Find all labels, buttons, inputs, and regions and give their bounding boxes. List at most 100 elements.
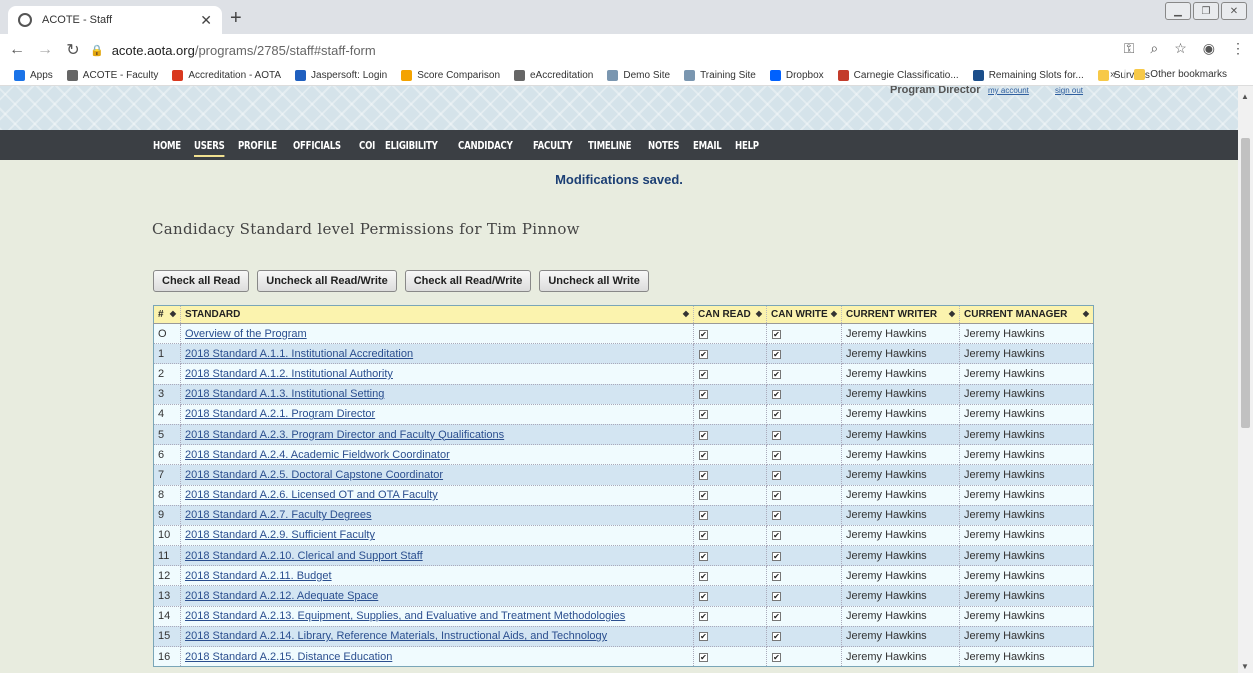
can-write-checkbox[interactable]: ✔ [772, 410, 781, 420]
can-read-checkbox[interactable]: ✔ [699, 571, 708, 581]
can-write-checkbox[interactable]: ✔ [772, 369, 781, 379]
nav-item-eligibility[interactable]: ELIGIBILITY [385, 139, 438, 152]
can-read-checkbox[interactable]: ✔ [699, 511, 708, 521]
can-read-checkbox[interactable]: ✔ [699, 491, 708, 501]
col-num-header[interactable]: # ◆ [153, 305, 181, 324]
check-all-read-write-button[interactable]: Check all Read/Write [404, 270, 532, 292]
can-read-checkbox[interactable]: ✔ [699, 632, 708, 642]
standard-link[interactable]: Overview of the Program [185, 328, 307, 340]
nav-item-notes[interactable]: NOTES [648, 139, 679, 152]
close-tab-icon[interactable]: ✕ [200, 12, 212, 29]
uncheck-all-read-write-button[interactable]: Uncheck all Read/Write [257, 270, 397, 292]
nav-item-faculty[interactable]: FACULTY [533, 139, 572, 152]
can-read-checkbox[interactable]: ✔ [699, 652, 708, 662]
bookmark-item[interactable]: Apps [14, 70, 53, 81]
page-scrollbar[interactable]: ▲ ▼ [1238, 86, 1253, 673]
star-icon[interactable]: ☆ [1174, 40, 1187, 57]
zoom-icon[interactable]: ⌕ [1150, 40, 1158, 57]
bookmarks-more-button[interactable]: » [1110, 69, 1116, 80]
can-write-checkbox[interactable]: ✔ [772, 652, 781, 662]
reload-icon[interactable]: ↻ [62, 40, 84, 60]
bookmark-item[interactable]: Carnegie Classificatio... [837, 70, 959, 81]
nav-item-officials[interactable]: OFFICIALS [293, 139, 341, 152]
restore-icon[interactable]: ❐ [1193, 2, 1219, 20]
browser-tab[interactable]: ACOTE - Staff ✕ [8, 6, 222, 34]
scroll-up-icon[interactable]: ▲ [1241, 92, 1249, 101]
scrollbar-thumb[interactable] [1241, 138, 1250, 428]
can-write-checkbox[interactable]: ✔ [772, 430, 781, 440]
can-read-checkbox[interactable]: ✔ [699, 450, 708, 460]
can-write-checkbox[interactable]: ✔ [772, 551, 781, 561]
standard-link[interactable]: 2018 Standard A.2.3. Program Director an… [185, 429, 504, 441]
standard-link[interactable]: 2018 Standard A.2.10. Clerical and Suppo… [185, 550, 423, 562]
minimize-icon[interactable]: ▁ [1165, 2, 1191, 20]
col-can-read-header[interactable]: CAN READ ◆ [693, 305, 767, 324]
nav-item-users[interactable]: USERS [193, 139, 225, 157]
can-read-checkbox[interactable]: ✔ [699, 390, 708, 400]
can-write-checkbox[interactable]: ✔ [772, 612, 781, 622]
uncheck-all-write-button[interactable]: Uncheck all Write [539, 270, 649, 292]
sign-out-link[interactable]: sign out [1055, 86, 1083, 95]
col-current-writer-header[interactable]: CURRENT WRITER ◆ [841, 305, 960, 324]
bookmark-item[interactable]: Demo Site [607, 70, 670, 81]
nav-item-candidacy[interactable]: CANDIDACY [458, 139, 513, 152]
menu-icon[interactable]: ⋮ [1231, 40, 1245, 57]
address-bar[interactable]: 🔒 acote.aota.org/programs/2785/staff#sta… [90, 38, 1090, 62]
standard-link[interactable]: 2018 Standard A.1.2. Institutional Autho… [185, 368, 393, 380]
can-read-checkbox[interactable]: ✔ [699, 531, 708, 541]
forward-arrow-icon[interactable]: → [34, 41, 56, 59]
nav-item-help[interactable]: HELP [735, 139, 759, 152]
can-read-checkbox[interactable]: ✔ [699, 410, 708, 420]
nav-item-coi[interactable]: COI [359, 139, 375, 152]
can-write-checkbox[interactable]: ✔ [772, 349, 781, 359]
bookmark-item[interactable]: Training Site [684, 70, 756, 81]
my-account-link[interactable]: my account [988, 86, 1029, 95]
bookmark-item[interactable]: ACOTE - Faculty [66, 70, 158, 81]
close-window-icon[interactable]: ✕ [1221, 2, 1247, 20]
can-read-checkbox[interactable]: ✔ [699, 592, 708, 602]
can-read-checkbox[interactable]: ✔ [699, 551, 708, 561]
standard-link[interactable]: 2018 Standard A.2.12. Adequate Space [185, 590, 378, 602]
standard-link[interactable]: 2018 Standard A.1.3. Institutional Setti… [185, 388, 384, 400]
standard-link[interactable]: 2018 Standard A.1.1. Institutional Accre… [185, 348, 413, 360]
standard-link[interactable]: 2018 Standard A.2.13. Equipment, Supplie… [185, 610, 625, 622]
bookmark-item[interactable]: Score Comparison [401, 70, 500, 81]
can-write-checkbox[interactable]: ✔ [772, 592, 781, 602]
scroll-down-icon[interactable]: ▼ [1241, 662, 1249, 671]
bookmark-item[interactable]: Accreditation - AOTA [172, 70, 281, 81]
can-write-checkbox[interactable]: ✔ [772, 632, 781, 642]
other-bookmarks[interactable]: Other bookmarks [1134, 69, 1227, 80]
check-all-read-button[interactable]: Check all Read [153, 270, 250, 292]
key-icon[interactable]: ⚿ [1124, 40, 1135, 57]
standard-link[interactable]: 2018 Standard A.2.5. Doctoral Capstone C… [185, 469, 443, 481]
can-write-checkbox[interactable]: ✔ [772, 450, 781, 460]
can-write-checkbox[interactable]: ✔ [772, 470, 781, 480]
nav-item-home[interactable]: HOME [153, 139, 181, 152]
can-write-checkbox[interactable]: ✔ [772, 511, 781, 521]
standard-link[interactable]: 2018 Standard A.2.7. Faculty Degrees [185, 509, 372, 521]
new-tab-button[interactable]: + [230, 8, 242, 28]
standard-link[interactable]: 2018 Standard A.2.6. Licensed OT and OTA… [185, 489, 438, 501]
can-read-checkbox[interactable]: ✔ [699, 349, 708, 359]
can-write-checkbox[interactable]: ✔ [772, 329, 781, 339]
standard-link[interactable]: 2018 Standard A.2.1. Program Director [185, 408, 375, 420]
can-write-checkbox[interactable]: ✔ [772, 571, 781, 581]
col-standard-header[interactable]: STANDARD ◆ [180, 305, 694, 324]
bookmark-item[interactable]: Remaining Slots for... [972, 70, 1084, 81]
standard-link[interactable]: 2018 Standard A.2.4. Academic Fieldwork … [185, 449, 450, 461]
can-read-checkbox[interactable]: ✔ [699, 612, 708, 622]
can-write-checkbox[interactable]: ✔ [772, 491, 781, 501]
standard-link[interactable]: 2018 Standard A.2.15. Distance Education [185, 651, 392, 663]
nav-item-email[interactable]: EMAIL [693, 139, 722, 152]
can-read-checkbox[interactable]: ✔ [699, 329, 708, 339]
standard-link[interactable]: 2018 Standard A.2.9. Sufficient Faculty [185, 529, 375, 541]
can-write-checkbox[interactable]: ✔ [772, 531, 781, 541]
standard-link[interactable]: 2018 Standard A.2.11. Budget [185, 570, 332, 582]
bookmark-item[interactable]: eAccreditation [514, 70, 593, 81]
col-can-write-header[interactable]: CAN WRITE ◆ [766, 305, 842, 324]
standard-link[interactable]: 2018 Standard A.2.14. Library, Reference… [185, 630, 607, 642]
back-arrow-icon[interactable]: ← [6, 41, 28, 59]
bookmark-item[interactable]: Jaspersoft: Login [295, 70, 387, 81]
bookmark-item[interactable]: Dropbox [769, 70, 824, 81]
nav-item-profile[interactable]: PROFILE [238, 139, 277, 152]
